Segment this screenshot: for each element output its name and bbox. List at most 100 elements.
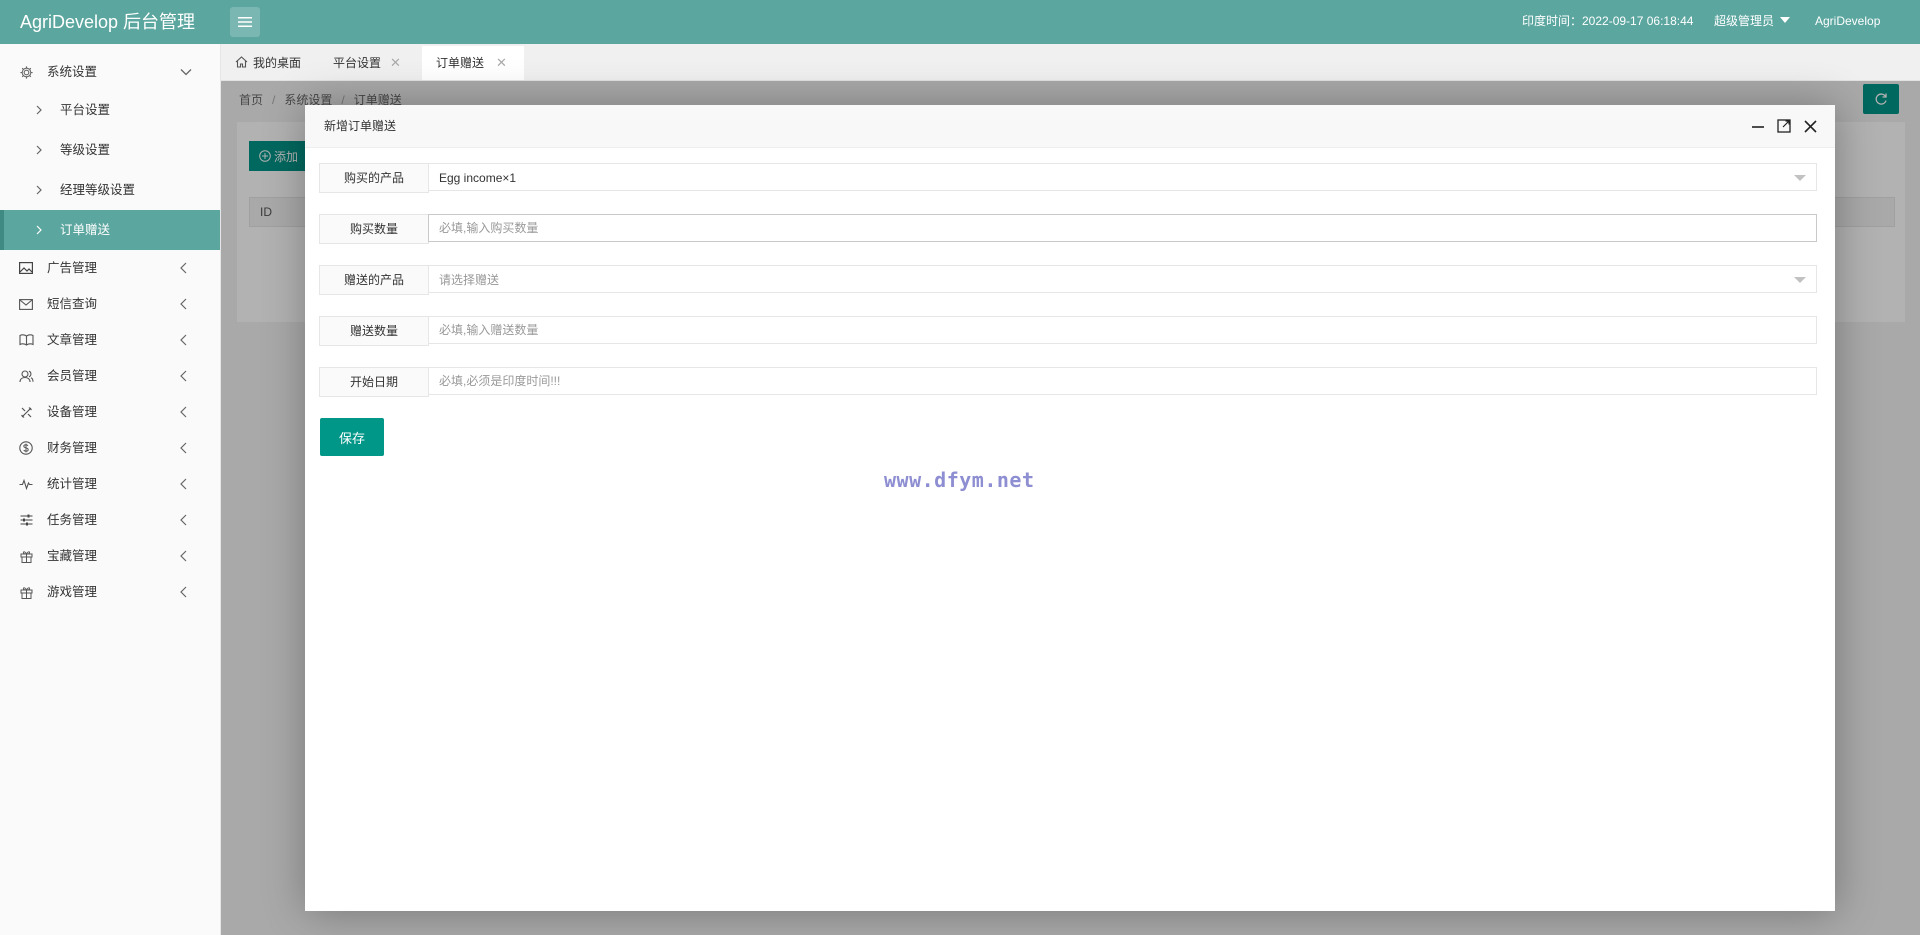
sidebar-item-label: 短信查询: [47, 297, 98, 311]
sidebar-item-articles[interactable]: 文章管理: [0, 322, 220, 358]
sidebar-item-label: 任务管理: [47, 513, 98, 527]
sidebar-item-statistics[interactable]: 统计管理: [0, 466, 220, 502]
sidebar-item-sms[interactable]: 短信查询: [0, 286, 220, 322]
sidebar-group-system-settings[interactable]: 系统设置: [0, 54, 220, 90]
sidebar-item-label: 设备管理: [47, 405, 98, 419]
mail-icon: [18, 286, 34, 322]
buy-quantity-input[interactable]: [428, 214, 1817, 242]
start-date-input[interactable]: [428, 367, 1817, 395]
sidebar-item-label: 统计管理: [47, 477, 98, 491]
pulse-icon: [18, 466, 34, 502]
sidebar-item-label: 文章管理: [47, 333, 98, 347]
menu-toggle-button[interactable]: [230, 7, 260, 37]
chevron-down-icon: [180, 54, 192, 90]
sidebar-item-order-gift[interactable]: 订单赠送: [0, 210, 220, 250]
gift-quantity-label: 赠送数量: [319, 316, 429, 346]
gift-product-label: 赠送的产品: [319, 265, 429, 295]
book-icon: [18, 322, 34, 358]
chevron-right-icon: [36, 210, 42, 250]
image-icon: [18, 250, 34, 286]
buy-product-value: Egg income×1: [439, 171, 517, 185]
dollar-icon: [18, 430, 34, 466]
gift-quantity-input[interactable]: [428, 316, 1817, 344]
chevron-right-icon: [36, 170, 42, 210]
chevron-left-icon: [180, 574, 187, 610]
form-row-buy-quantity: 购买数量: [319, 214, 1819, 244]
form-row-buy-product: 购买的产品 Egg income×1: [319, 163, 1819, 193]
sidebar-item-games[interactable]: 游戏管理: [0, 574, 220, 610]
sidebar-item-devices[interactable]: 设备管理: [0, 394, 220, 430]
form-row-start-date: 开始日期: [319, 367, 1819, 397]
chevron-right-icon: [36, 90, 42, 130]
form-row-gift-quantity: 赠送数量: [319, 316, 1819, 346]
sidebar-item-platform-settings[interactable]: 平台设置: [0, 90, 220, 130]
tab-label: 平台设置: [333, 56, 382, 70]
app-name-link[interactable]: AgriDevelop: [1815, 0, 1880, 42]
top-header: AgriDevelop 后台管理 印度时间：2022-09-17 06:18:4…: [0, 0, 1920, 44]
sidebar-item-tasks[interactable]: 任务管理: [0, 502, 220, 538]
caret-down-icon: [1794, 175, 1806, 181]
buy-product-label: 购买的产品: [319, 163, 429, 193]
chevron-left-icon: [180, 286, 187, 322]
brand-title: AgriDevelop 后台管理: [20, 12, 196, 32]
sidebar-item-level-settings[interactable]: 等级设置: [0, 130, 220, 170]
hamburger-icon: [238, 17, 252, 27]
minimize-button[interactable]: [1749, 117, 1767, 135]
sidebar-item-ads[interactable]: 广告管理: [0, 250, 220, 286]
sidebar-item-treasure[interactable]: 宝藏管理: [0, 538, 220, 574]
sidebar-item-label: 财务管理: [47, 441, 98, 455]
sidebar-item-finance[interactable]: 财务管理: [0, 430, 220, 466]
chevron-left-icon: [180, 322, 187, 358]
save-button[interactable]: 保存: [320, 418, 384, 456]
maximize-button[interactable]: [1775, 117, 1793, 135]
tab-order-gift[interactable]: 订单赠送 ✕: [422, 46, 524, 80]
tab-bar: 我的桌面 平台设置 ✕ 订单赠送 ✕: [221, 44, 1920, 81]
sidebar-item-label: 订单赠送: [60, 223, 111, 237]
buy-product-select[interactable]: Egg income×1: [428, 163, 1817, 191]
sidebar-item-label: 会员管理: [47, 369, 98, 383]
sliders-icon: [18, 502, 34, 538]
sidebar-item-manager-level-settings[interactable]: 经理等级设置: [0, 170, 220, 210]
gift-product-select[interactable]: 请选择赠送: [428, 265, 1817, 293]
modal-title: 新增订单赠送: [324, 119, 397, 133]
chevron-left-icon: [180, 250, 187, 286]
chevron-left-icon: [180, 430, 187, 466]
caret-down-icon: [1780, 17, 1791, 23]
chevron-left-icon: [180, 358, 187, 394]
sidebar: 系统设置 平台设置 等级设置 经理等级设置 订单赠送 广告管理 短信查询 文章管…: [0, 44, 221, 935]
sidebar-item-label: 平台设置: [60, 103, 111, 117]
tools-icon: [18, 394, 34, 430]
chevron-left-icon: [180, 538, 187, 574]
sidebar-item-label: 广告管理: [47, 261, 98, 275]
chevron-left-icon: [180, 502, 187, 538]
chevron-left-icon: [180, 394, 187, 430]
gear-icon: [18, 54, 34, 90]
tab-label: 我的桌面: [253, 56, 302, 70]
gift-icon: [18, 538, 34, 574]
start-date-label: 开始日期: [319, 367, 429, 397]
buy-quantity-label: 购买数量: [319, 214, 429, 244]
watermark-text: www.dfym.net: [884, 468, 1035, 492]
sidebar-item-members[interactable]: 会员管理: [0, 358, 220, 394]
server-time: 印度时间：2022-09-17 06:18:44: [1522, 14, 1694, 28]
minimize-icon: [1752, 126, 1764, 128]
sidebar-item-label: 经理等级设置: [60, 183, 136, 197]
form-row-gift-product: 赠送的产品 请选择赠送: [319, 265, 1819, 295]
user-menu[interactable]: 超级管理员: [1714, 0, 1791, 42]
sidebar-item-label: 等级设置: [60, 143, 111, 157]
close-icon[interactable]: ✕: [390, 46, 401, 80]
sidebar-group-label: 系统设置: [47, 65, 98, 79]
gift-icon: [18, 574, 34, 610]
gift-product-placeholder: 请选择赠送: [439, 273, 500, 287]
caret-down-icon: [1794, 277, 1806, 283]
chevron-right-icon: [36, 130, 42, 170]
add-order-gift-modal: 新增订单赠送 购买的产品 Egg income×1 购买数量 赠送的产品 请选择…: [305, 105, 1835, 911]
close-icon[interactable]: ✕: [496, 46, 507, 80]
sidebar-item-label: 宝藏管理: [47, 549, 98, 563]
tab-my-desktop[interactable]: 我的桌面: [235, 46, 315, 80]
modal-header: 新增订单赠送: [305, 105, 1835, 148]
sidebar-item-label: 游戏管理: [47, 585, 98, 599]
tab-platform-settings[interactable]: 平台设置 ✕: [331, 46, 411, 80]
close-icon: [1803, 119, 1817, 133]
close-button[interactable]: [1801, 117, 1819, 135]
